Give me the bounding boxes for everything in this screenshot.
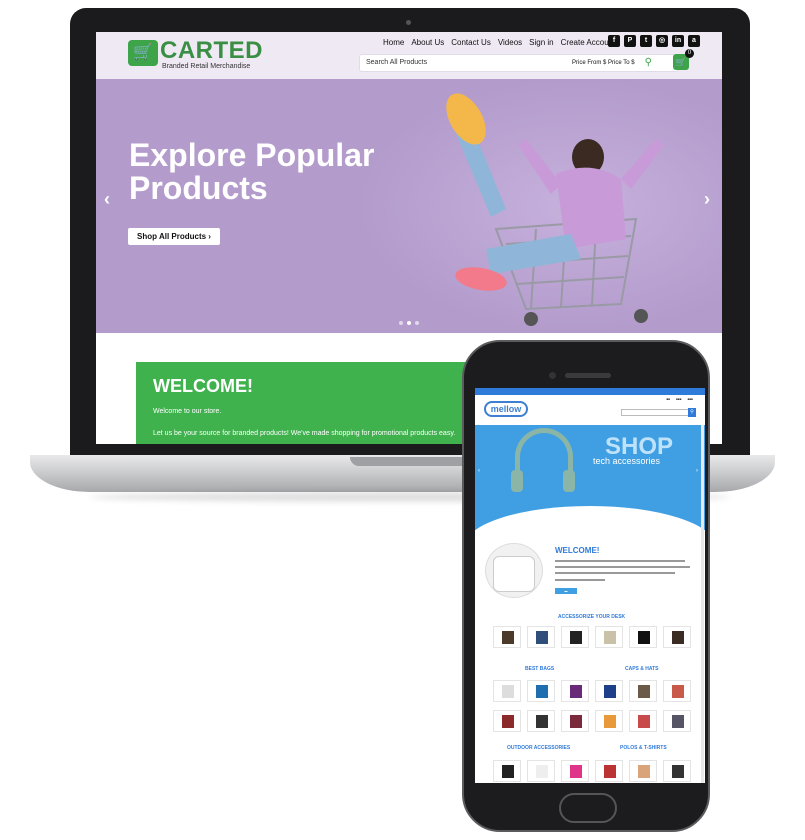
- logo-name: CARTED: [160, 37, 263, 64]
- facebook-icon[interactable]: f: [608, 35, 620, 47]
- nav-sign-in[interactable]: Sign in: [529, 38, 553, 47]
- phone-home-button[interactable]: [559, 793, 617, 823]
- mobile-next-arrow-icon[interactable]: ›: [696, 468, 698, 474]
- mobile-top-bar: [475, 388, 705, 395]
- product-card[interactable]: [561, 680, 589, 702]
- phone-speaker: [565, 373, 611, 378]
- instagram-icon[interactable]: ◎: [656, 35, 668, 47]
- headphones-ear-right: [563, 470, 575, 492]
- social-links: f P t ◎ in a: [608, 35, 700, 47]
- shop-all-products-button[interactable]: Shop All Products ›: [128, 228, 220, 245]
- laptop-camera: [406, 20, 411, 25]
- twitter-icon[interactable]: t: [640, 35, 652, 47]
- phone-camera: [549, 372, 556, 379]
- product-card[interactable]: [595, 626, 623, 648]
- mobile-hero-subtitle: tech accessories: [593, 456, 661, 466]
- nav-videos[interactable]: Videos: [498, 38, 522, 47]
- welcome-title: WELCOME!: [153, 376, 253, 396]
- headphones-ear-left: [511, 470, 523, 492]
- mobile-nav: ■■ ■■■ ■■■: [667, 397, 694, 401]
- product-card[interactable]: [493, 680, 521, 702]
- search-input[interactable]: Search All Products: [366, 59, 427, 66]
- cart-count-badge: 0: [685, 49, 694, 58]
- product-card[interactable]: [595, 760, 623, 782]
- mobile-search-input[interactable]: [621, 409, 691, 416]
- product-card[interactable]: [629, 710, 657, 732]
- hero-next-arrow-icon[interactable]: ›: [704, 189, 710, 210]
- mobile-scrollbar[interactable]: [701, 425, 704, 783]
- nav-home[interactable]: Home: [383, 38, 404, 47]
- site-header: 🛒 CARTED Branded Retail Merchandise Home…: [96, 32, 722, 79]
- amazon-icon[interactable]: a: [688, 35, 700, 47]
- product-card[interactable]: [527, 680, 555, 702]
- carousel-dots: [399, 321, 419, 325]
- phone-screen: mellow ■■ ■■■ ■■■ ⚲ SHOP tech accessorie…: [475, 388, 705, 783]
- nav-about-us[interactable]: About Us: [411, 38, 444, 47]
- welcome-text-line: [555, 579, 605, 581]
- product-card[interactable]: [595, 680, 623, 702]
- product-card[interactable]: [561, 626, 589, 648]
- mobile-logo[interactable]: mellow: [484, 401, 528, 417]
- top-nav: Home About Us Contact Us Videos Sign in …: [383, 38, 615, 47]
- mobile-nav-item[interactable]: ■■■: [676, 397, 681, 401]
- product-card[interactable]: [629, 680, 657, 702]
- product-card[interactable]: [493, 710, 521, 732]
- mobile-read-more-button[interactable]: ▬: [555, 588, 577, 594]
- section-title-caps: CAPS & HATS: [625, 666, 659, 672]
- product-card[interactable]: [629, 760, 657, 782]
- product-card[interactable]: [527, 626, 555, 648]
- welcome-text-line: [555, 566, 690, 568]
- carousel-dot[interactable]: [415, 321, 419, 325]
- carousel-dot[interactable]: [399, 321, 403, 325]
- product-card[interactable]: [527, 710, 555, 732]
- price-to-input[interactable]: Price To $: [608, 60, 635, 66]
- welcome-text-line: [555, 560, 685, 562]
- product-card[interactable]: [663, 626, 691, 648]
- carousel-dot-active[interactable]: [407, 321, 411, 325]
- logo-tagline: Branded Retail Merchandise: [162, 63, 251, 70]
- mobile-search-icon[interactable]: ⚲: [688, 408, 696, 417]
- mobile-prev-arrow-icon[interactable]: ‹: [478, 468, 480, 474]
- product-card[interactable]: [527, 760, 555, 782]
- product-card[interactable]: [663, 680, 691, 702]
- hero-prev-arrow-icon[interactable]: ‹: [104, 189, 110, 210]
- hero-image: [356, 79, 722, 333]
- section-title-desk: ACCESSORIZE YOUR DESK: [558, 614, 626, 620]
- product-card[interactable]: [663, 710, 691, 732]
- product-card[interactable]: [493, 626, 521, 648]
- product-card[interactable]: [561, 760, 589, 782]
- cart-icon: 🛒: [675, 57, 687, 67]
- mobile-header: mellow ■■ ■■■ ■■■ ⚲: [475, 395, 705, 425]
- welcome-subtitle: Welcome to our store.: [153, 408, 222, 415]
- welcome-text-line: [555, 572, 675, 574]
- product-card[interactable]: [561, 710, 589, 732]
- product-card[interactable]: [595, 710, 623, 732]
- mobile-nav-item[interactable]: ■■■: [688, 397, 693, 401]
- pinterest-icon[interactable]: P: [624, 35, 636, 47]
- price-from-input[interactable]: Price From $: [572, 60, 606, 66]
- section-title-polos: POLOS & T-SHIRTS: [620, 745, 667, 751]
- tshirt-image: [493, 556, 535, 592]
- product-card[interactable]: [493, 760, 521, 782]
- hero-title: Explore Popular Products: [129, 137, 375, 206]
- search-icon[interactable]: ⚲: [645, 57, 652, 68]
- product-card[interactable]: [629, 626, 657, 648]
- laptop-notch: [350, 457, 475, 466]
- mobile-welcome-title: WELCOME!: [555, 546, 600, 555]
- hero-banner: Explore Popular Products Shop All Produc…: [96, 79, 722, 333]
- search-bar[interactable]: Search All Products Price From $ Price T…: [359, 54, 679, 72]
- section-title-bags: BEST BAGS: [525, 666, 555, 672]
- welcome-body: Let us be your source for branded produc…: [153, 430, 456, 437]
- product-card[interactable]: [663, 760, 691, 782]
- nav-contact-us[interactable]: Contact Us: [451, 38, 491, 47]
- hero-illustration: [446, 93, 664, 326]
- cart-logo-icon: 🛒: [128, 40, 158, 66]
- section-title-outdoor: OUTDOOR ACCESSORIES: [507, 745, 571, 751]
- linkedin-icon[interactable]: in: [672, 35, 684, 47]
- mobile-nav-item[interactable]: ■■: [667, 397, 671, 401]
